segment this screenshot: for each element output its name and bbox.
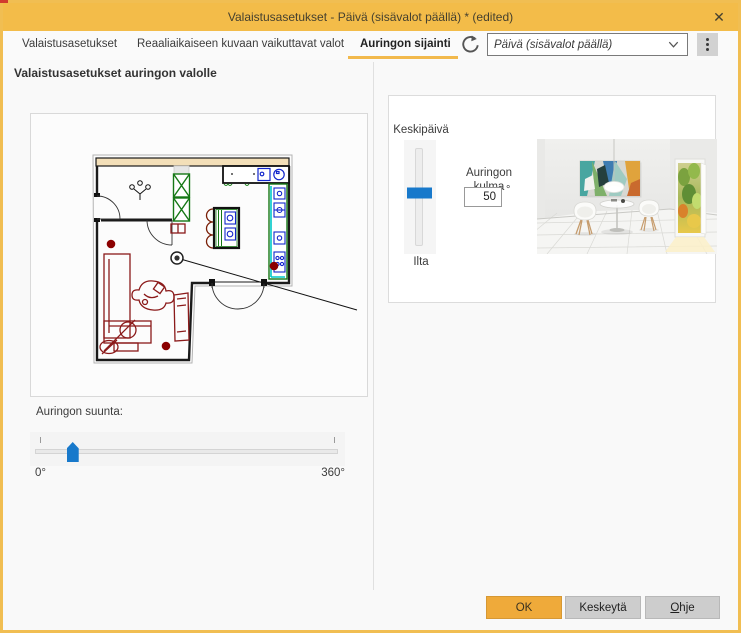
tab-valaistusasetukset[interactable]: Valaistusasetukset: [22, 38, 117, 50]
sun-angle-unit: °: [506, 184, 511, 196]
refresh-icon[interactable]: [459, 34, 481, 56]
close-icon[interactable]: ✕: [708, 7, 730, 27]
time-of-day-track[interactable]: [407, 148, 432, 246]
screen-artifact: [0, 0, 8, 3]
garden-door: [674, 158, 707, 238]
cancel-button[interactable]: Keskeytä: [565, 596, 641, 619]
preset-select-value: Päivä (sisävalot päällä): [494, 38, 613, 51]
ceiling-lamp-symbol: [129, 180, 151, 200]
kitchen-island: [205, 206, 241, 250]
title-bar: Valaistusasetukset - Päivä (sisävalot pä…: [3, 3, 738, 31]
preset-select[interactable]: Päivä (sisävalot päällä): [487, 33, 688, 56]
noon-label: Keskipäivä: [393, 124, 449, 136]
sun-direction-slider[interactable]: [30, 432, 345, 466]
column-divider: [373, 62, 374, 590]
sun-angle-input[interactable]: [464, 187, 502, 207]
kebab-menu-icon[interactable]: [697, 33, 718, 56]
dialog-title: Valaistusasetukset - Päivä (sisävalot pä…: [227, 10, 514, 24]
lighting-settings-dialog: Valaistusasetukset - Päivä (sisävalot pä…: [0, 0, 741, 633]
slider-tick-max: [334, 437, 335, 443]
sun-direction-thumb[interactable]: [66, 442, 79, 462]
section-title: Valaistusasetukset auringon valolle: [14, 66, 217, 80]
chevron-down-icon: [666, 37, 681, 52]
sun-position-panel: Keskipäivä Ilta Auringonkulma °: [388, 95, 717, 303]
time-of-day-slider[interactable]: [404, 140, 436, 254]
active-tab-underline: [348, 56, 458, 59]
scale-min-label: 0°: [35, 467, 46, 479]
sun-direction-label: Auringon suunta:: [36, 406, 123, 418]
tab-bar: Valaistusasetukset Reaaliaikaiseen kuvaa…: [3, 31, 738, 60]
bar-stools: [205, 208, 214, 249]
floor-plan-drawing: [92, 154, 358, 364]
ok-button[interactable]: OK: [486, 596, 562, 619]
floor-plan-panel: [30, 113, 368, 397]
wardrobe-symbols: [172, 173, 191, 222]
slider-tick-min: [40, 437, 41, 443]
tab-reaaliaikaiset-valot[interactable]: Reaaliaikaiseen kuvaan vaikuttavat valot: [137, 38, 344, 50]
sun-direction-track[interactable]: [35, 442, 338, 462]
room-render-preview: [537, 139, 717, 254]
top-wall: [95, 157, 290, 167]
time-of-day-thumb[interactable]: [407, 187, 432, 199]
evening-label: Ilta: [413, 256, 429, 268]
tab-auringon-sijainti[interactable]: Auringon sijainti: [360, 38, 451, 50]
kitchen-counter-top: [222, 165, 290, 186]
scale-max-label: 360°: [321, 467, 345, 479]
dialog-frame: Valaistusasetukset - Päivä (sisävalot pä…: [0, 0, 741, 633]
help-button[interactable]: Ohje: [645, 596, 720, 619]
sun-position-symbol[interactable]: [170, 251, 184, 265]
